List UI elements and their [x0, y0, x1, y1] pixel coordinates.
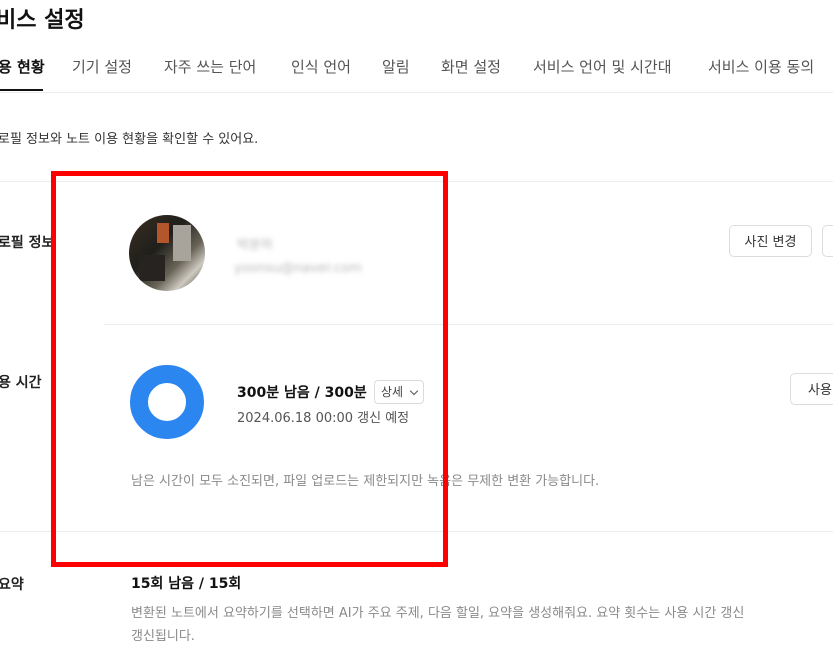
profile-extra-button[interactable] — [822, 225, 833, 257]
chevron-down-icon — [409, 386, 419, 396]
change-photo-button[interactable]: 사진 변경 — [729, 225, 812, 257]
divider — [0, 181, 833, 182]
detail-label: 상세 — [381, 385, 404, 399]
profile-name: 박분하 — [237, 238, 273, 253]
tab-service-consent[interactable]: 서비스 이용 동의 — [708, 56, 814, 77]
summary-label: 요약 — [0, 577, 24, 593]
page-title: 비스 설정 — [0, 8, 85, 33]
divider — [0, 531, 833, 532]
avatar — [129, 215, 205, 291]
divider — [556, 324, 833, 325]
usage-note: 남은 시간이 모두 소진되면, 파일 업로드는 제한되지만 녹음은 무제한 변환… — [131, 474, 600, 489]
page-description: 로필 정보와 노트 이용 현황을 확인할 수 있어요. — [0, 132, 259, 147]
tab-display-settings[interactable]: 화면 설정 — [441, 56, 501, 77]
inner-divider — [104, 324, 556, 325]
profile-email: yoonsu@naver.com — [234, 261, 362, 276]
usage-title: 300분 남음 / 300분 — [237, 385, 367, 401]
summary-description-continued: 갱신됩니다. — [131, 629, 195, 644]
usage-detail-button[interactable]: 상세 — [374, 380, 424, 404]
tab-recognition-language[interactable]: 인식 언어 — [291, 56, 351, 77]
usage-side-button[interactable]: 사용 — [790, 373, 833, 405]
tab-usage[interactable]: 용 현황 — [0, 56, 45, 77]
tab-language-timezone[interactable]: 서비스 언어 및 시간대 — [533, 56, 672, 77]
summary-description: 변환된 노트에서 요약하기를 선택하면 AI가 주요 주제, 다음 할일, 요약… — [131, 606, 745, 621]
usage-ring-fill — [130, 365, 204, 439]
usage-label: 용 시간 — [0, 375, 42, 391]
profile-label: 로필 정보 — [0, 235, 55, 251]
settings-tabs: 용 현황 기기 설정 자주 쓰는 단어 인식 언어 알림 화면 설정 서비스 언… — [0, 56, 833, 93]
active-tab-indicator — [0, 89, 43, 91]
tab-notifications[interactable]: 알림 — [382, 56, 410, 77]
highlight-box — [51, 171, 448, 567]
summary-title: 15회 남음 / 15회 — [131, 576, 242, 592]
usage-renewal-date: 2024.06.18 00:00 갱신 예정 — [237, 411, 410, 426]
tab-frequent-words[interactable]: 자주 쓰는 단어 — [164, 56, 256, 77]
tab-device-settings[interactable]: 기기 설정 — [72, 56, 132, 77]
usage-ring-chart — [130, 365, 204, 439]
